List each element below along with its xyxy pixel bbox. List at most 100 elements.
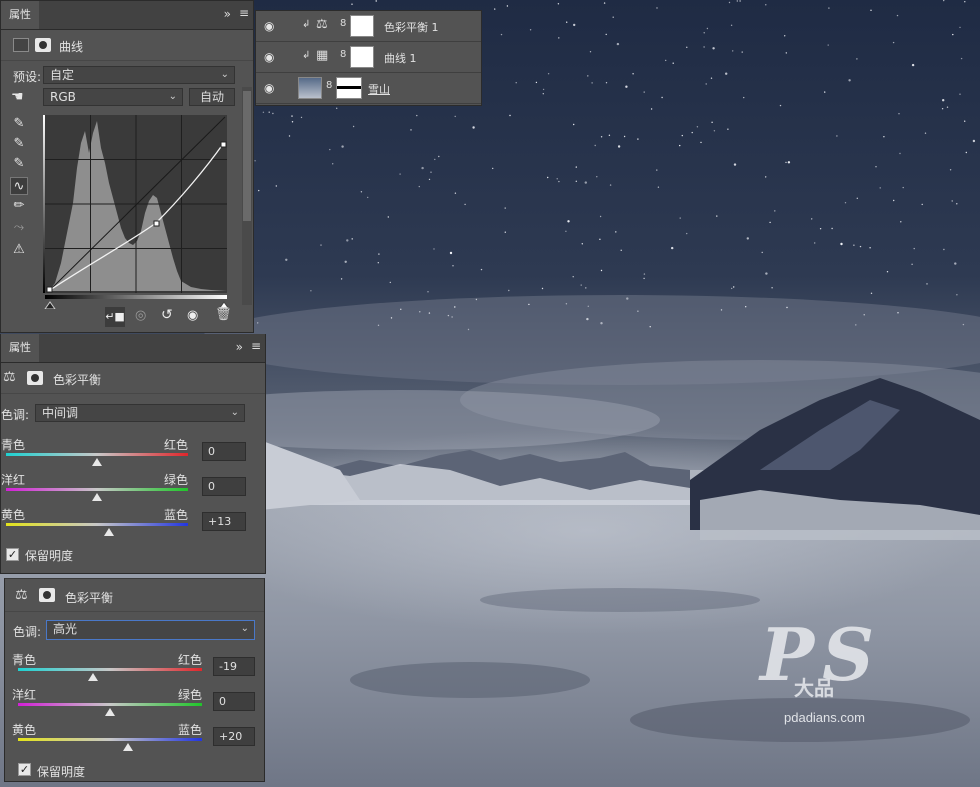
layer-name: 色彩平衡 1 — [384, 21, 439, 34]
clip-to-layer-icon[interactable]: ↵■ — [105, 307, 125, 327]
preset-value: 自定 — [50, 68, 75, 82]
slider-value-input[interactable]: 0 — [213, 692, 255, 711]
layer-row[interactable]: ◉ ↲ ⚖ 8 色彩平衡 1 — [256, 11, 481, 42]
cb1-tone-label: 色调: — [1, 408, 30, 422]
smooth-curve-icon[interactable]: ⤳ — [10, 219, 28, 237]
curves-adjustment-icon: ▦ — [316, 48, 329, 63]
slider-gradient-track[interactable] — [18, 738, 202, 741]
cb2-tone-dropdown[interactable]: 高光 ⌄ — [46, 620, 255, 640]
curves-properties-tab[interactable]: 属性 — [1, 1, 39, 29]
cb1-tone-value: 中间调 — [42, 406, 79, 420]
slider-left-label: 洋红 — [1, 473, 26, 487]
curves-properties-panel: 属性 » ≡ 曲线 预设: 自定 ⌄ ☚ RGB ⌄ 自动 ✎ ✎ ✎ ∿ ✏ ⤳ … — [0, 0, 254, 333]
color-balance-scale-icon: ⚖ — [316, 17, 328, 32]
slider-gradient-track[interactable] — [6, 488, 188, 491]
slider-value-input[interactable]: -19 — [213, 657, 255, 676]
panel-scrollbar[interactable] — [242, 87, 252, 305]
black-point-eyedropper-icon[interactable]: ✎ — [10, 115, 28, 133]
panel-menu-icon[interactable]: ≡ — [239, 6, 249, 20]
clipping-warning-icon[interactable]: ⚠ — [10, 241, 28, 259]
eye-visibility-icon[interactable]: ◉ — [264, 19, 274, 33]
slider-thumb[interactable] — [104, 528, 114, 536]
curves-graph[interactable] — [41, 113, 231, 309]
layer-mask-thumbnail — [350, 46, 374, 68]
chevron-down-icon: ⌄ — [230, 407, 239, 418]
target-adjustment-hand-icon[interactable]: ☚ — [11, 89, 24, 105]
gray-point-eyedropper-icon[interactable]: ✎ — [10, 135, 28, 153]
slider-gradient-track[interactable] — [6, 453, 188, 456]
slider-value-input[interactable]: +20 — [213, 727, 255, 746]
link-chain-icon[interactable]: 8 — [340, 18, 346, 29]
slider-gradient-track[interactable] — [18, 668, 202, 671]
color-balance-panel-highlights: ⚖ 色彩平衡 色调: 高光 ⌄ 青色 红色 -19 洋红 绿色 0 黄色 蓝色 +… — [4, 578, 265, 782]
layer-mask-icon[interactable] — [27, 371, 43, 385]
slider-value-input[interactable]: +13 — [202, 512, 246, 531]
cb2-tone-value: 高光 — [53, 622, 78, 636]
delete-adjustment-icon[interactable]: 🗑 — [215, 307, 232, 322]
layer-mask-thumbnail — [350, 15, 374, 37]
eye-visibility-icon[interactable]: ◉ — [264, 50, 274, 64]
color-balance-scale-icon: ⚖ — [3, 369, 16, 385]
cb1-tone-dropdown[interactable]: 中间调 ⌄ — [35, 404, 245, 422]
layer-name: 雪山 — [368, 83, 390, 96]
curve-point-mid[interactable] — [153, 220, 160, 227]
pencil-draw-icon[interactable]: ✏ — [10, 197, 28, 215]
slider-right-label: 蓝色 — [178, 723, 203, 737]
slider-left-label: 黄色 — [12, 723, 37, 737]
curves-title: 曲线 — [59, 40, 84, 54]
slider-left-label: 青色 — [12, 653, 37, 667]
curves-tab-bar: 属性 » ≡ — [1, 1, 253, 30]
cb1-preserve-luminosity-checkbox[interactable]: ✓ — [6, 548, 19, 561]
panel-menu-icon[interactable]: ≡ — [251, 339, 261, 353]
slider-left-label: 黄色 — [1, 508, 26, 522]
slider-value-input[interactable]: 0 — [202, 477, 246, 496]
layer-row[interactable]: ◉ 8 雪山 — [256, 73, 481, 104]
curve-point-tool-icon[interactable]: ∿ — [10, 177, 28, 195]
layer-row[interactable]: ◉ ↲ ▦ 8 曲线 1 — [256, 42, 481, 73]
slider-thumb[interactable] — [88, 673, 98, 681]
panel-collapse-icon[interactable]: » — [224, 7, 231, 21]
cb2-header: ⚖ 色彩平衡 — [5, 579, 264, 612]
panel-collapse-icon[interactable]: » — [236, 340, 243, 354]
link-chain-icon[interactable]: 8 — [340, 49, 346, 60]
reset-adjustment-icon[interactable]: ↺ — [161, 307, 173, 323]
link-chain-icon[interactable]: 8 — [326, 80, 332, 91]
cb1-title: 色彩平衡 — [53, 373, 102, 387]
slider-left-label: 洋红 — [12, 688, 37, 702]
curve-point-white[interactable] — [220, 141, 227, 148]
slider-thumb[interactable] — [92, 458, 102, 466]
auto-button[interactable]: 自动 — [189, 88, 235, 106]
white-point-eyedropper-icon[interactable]: ✎ — [10, 155, 28, 173]
slider-value-input[interactable]: 0 — [202, 442, 246, 461]
cb1-header: ⚖ 色彩平衡 — [1, 363, 265, 394]
slider-thumb[interactable] — [105, 708, 115, 716]
layer-mask-icon[interactable] — [35, 38, 51, 52]
eye-visibility-icon[interactable]: ◉ — [264, 81, 274, 95]
properties-bottom-toolbar: ↵■ ◎ ↺ ◉ 🗑 — [105, 307, 235, 327]
slider-thumb[interactable] — [92, 493, 102, 501]
curve-point-black[interactable] — [46, 286, 53, 293]
layers-panel: ◉ ↲ ⚖ 8 色彩平衡 1 ◉ ↲ ▦ 8 曲线 1 ◉ 8 雪山 — [255, 10, 482, 106]
watermark-logo-sub: 大品 — [794, 676, 834, 700]
cb2-tone-label: 色调: — [13, 625, 42, 639]
layer-image-thumbnail — [298, 77, 322, 99]
slider-right-label: 绿色 — [164, 473, 189, 487]
toggle-visibility-icon[interactable]: ◉ — [187, 308, 198, 323]
slider-right-label: 红色 — [164, 438, 189, 452]
slider-right-label: 蓝色 — [164, 508, 189, 522]
chevron-down-icon: ⌄ — [220, 69, 229, 80]
preset-dropdown[interactable]: 自定 ⌄ — [43, 66, 235, 84]
cb2-preserve-luminosity-checkbox[interactable]: ✓ — [18, 763, 31, 776]
slider-right-label: 红色 — [178, 653, 203, 667]
black-input-slider[interactable] — [44, 301, 56, 309]
channel-dropdown[interactable]: RGB ⌄ — [43, 88, 183, 106]
slider-thumb[interactable] — [123, 743, 133, 751]
preset-label: 预设: — [13, 70, 42, 84]
chevron-down-icon: ⌄ — [240, 623, 249, 634]
slider-gradient-track[interactable] — [6, 523, 188, 526]
view-previous-state-icon[interactable]: ◎ — [135, 308, 146, 323]
cb1-properties-tab[interactable]: 属性 — [1, 334, 39, 362]
slider-right-label: 绿色 — [178, 688, 203, 702]
slider-gradient-track[interactable] — [18, 703, 202, 706]
layer-mask-icon[interactable] — [39, 588, 55, 602]
